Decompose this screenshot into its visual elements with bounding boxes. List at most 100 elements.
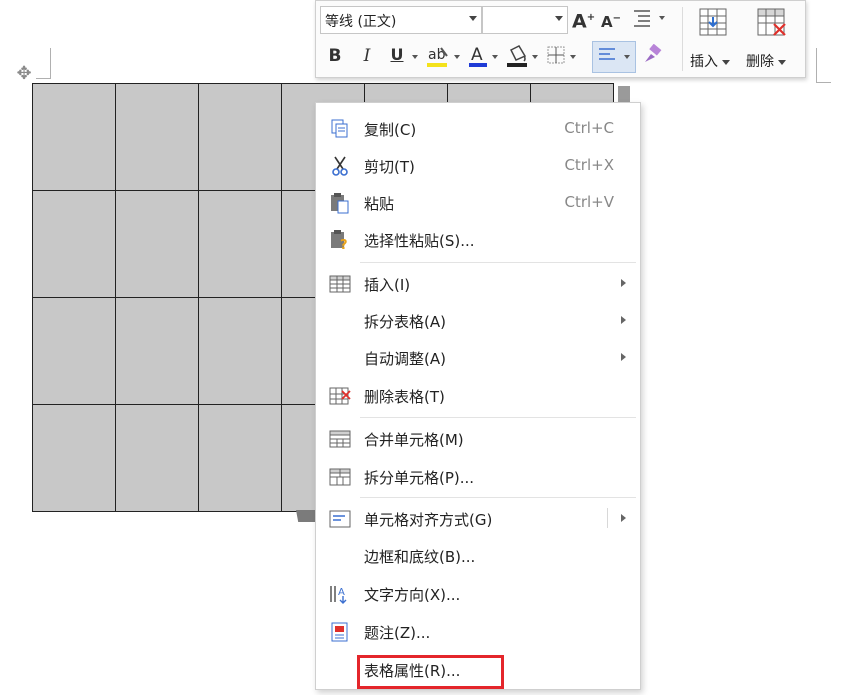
menu-item-label: 拆分表格(A) (364, 313, 446, 331)
menu-item-text-direction[interactable]: A 文字方向(X)... (316, 575, 638, 612)
align-left-icon (599, 48, 615, 60)
mini-toolbar: 等线 (正文) A+ A− B I U ab A 插入 删除 (315, 0, 806, 78)
menu-item-label: 题注(Z)... (364, 624, 431, 642)
insert-button[interactable]: 插入 (688, 5, 742, 73)
table-cell[interactable] (198, 404, 282, 512)
svg-text:A: A (471, 45, 483, 65)
menu-item-insert[interactable]: 插入(I) (316, 265, 638, 302)
format-painter-icon (645, 43, 662, 62)
table-cell[interactable] (115, 190, 199, 298)
font-name-value: 等线 (正文) (325, 14, 397, 30)
menu-item-label: 自动调整(A) (364, 350, 446, 368)
chevron-down-icon (555, 16, 563, 21)
menu-item-delete-table[interactable]: 删除表格(T) (316, 377, 638, 414)
menu-item-label: 选择性粘贴(S)... (364, 232, 475, 250)
font-name-select[interactable]: 等线 (正文) (320, 6, 482, 34)
paint-bucket-icon (507, 45, 527, 67)
menu-item-caption[interactable]: 题注(Z)... (316, 613, 638, 650)
grow-font-button[interactable]: A+ (572, 8, 595, 31)
table-cell[interactable] (198, 83, 282, 191)
highlight-box (357, 655, 504, 689)
menu-item-label: 删除表格(T) (364, 388, 445, 406)
table-cell[interactable] (198, 190, 282, 298)
shrink-font-button[interactable]: A− (600, 9, 622, 32)
menu-item-paste[interactable]: 粘贴 Ctrl+V (316, 184, 638, 221)
menu-item-label: 复制(C) (364, 121, 417, 139)
menu-item-cut[interactable]: 剪切(T) Ctrl+X (316, 147, 638, 184)
page-margin-mark-left (36, 48, 51, 79)
caption-icon (331, 622, 348, 642)
shrink-font-icon: A (601, 13, 613, 31)
svg-text:?: ? (340, 238, 348, 251)
table-cell[interactable] (32, 297, 116, 405)
table-cell[interactable] (32, 83, 116, 191)
line-spacing-button[interactable] (628, 7, 656, 32)
menu-item-cell-alignment[interactable]: 单元格对齐方式(G) (316, 500, 638, 537)
menu-item-shortcut: Ctrl+X (564, 156, 614, 174)
borders-icon (547, 46, 565, 64)
submenu-arrow-icon (621, 279, 626, 287)
table-cell[interactable] (32, 190, 116, 298)
delete-label: 删除 (746, 51, 786, 71)
chevron-down-icon[interactable] (454, 55, 460, 59)
bold-button[interactable]: B (324, 46, 346, 66)
menu-item-autofit[interactable]: 自动调整(A) (316, 339, 638, 376)
menu-item-shortcut: Ctrl+C (564, 119, 614, 137)
paste-icon (331, 193, 349, 214)
menu-item-merge-cells[interactable]: 合并单元格(M) (316, 420, 638, 457)
menu-item-split-cells[interactable]: 拆分单元格(P)... (316, 458, 638, 495)
insert-label: 插入 (690, 51, 730, 71)
table-cell[interactable] (115, 83, 199, 191)
chevron-down-icon[interactable] (492, 55, 498, 59)
scissors-icon (332, 156, 348, 176)
context-menu: 复制(C) Ctrl+C 剪切(T) Ctrl+X 粘贴 Ctrl+V ? 选择… (315, 102, 641, 690)
table-cell[interactable] (198, 297, 282, 405)
table-insert-icon (329, 275, 351, 293)
table-cell[interactable] (115, 297, 199, 405)
menu-item-copy[interactable]: 复制(C) Ctrl+C (316, 110, 638, 147)
cell-align-icon (329, 510, 351, 528)
highlight-button[interactable]: ab (424, 44, 452, 73)
chevron-down-icon[interactable] (570, 55, 576, 59)
menu-item-shortcut: Ctrl+V (564, 193, 614, 211)
chevron-down-icon[interactable] (624, 55, 630, 59)
submenu-arrow-icon (621, 514, 626, 522)
page-margin-mark-right (816, 48, 831, 83)
italic-button[interactable]: I (356, 46, 378, 66)
align-button[interactable] (596, 45, 618, 70)
toolbar-separator (682, 7, 683, 71)
borders-button[interactable] (544, 45, 568, 70)
shading-button[interactable] (504, 44, 530, 73)
menu-item-split-table[interactable]: 拆分表格(A) (316, 302, 638, 339)
menu-separator (360, 417, 636, 418)
menu-item-borders-shading[interactable]: 边框和底纹(B)... (316, 537, 638, 574)
format-painter-button[interactable] (640, 43, 664, 71)
font-size-select[interactable] (482, 6, 568, 34)
submenu-divider (607, 508, 608, 528)
table-insert-icon (699, 8, 727, 36)
submenu-arrow-icon (621, 316, 626, 324)
chevron-down-icon[interactable] (412, 55, 418, 59)
table-move-handle-icon[interactable]: ✥ (14, 64, 34, 84)
menu-item-paste-special[interactable]: ? 选择性粘贴(S)... (316, 221, 638, 258)
menu-item-label: 插入(I) (364, 276, 411, 294)
chevron-down-icon (469, 16, 477, 21)
chevron-down-icon[interactable] (659, 16, 665, 20)
chevron-down-icon[interactable] (532, 55, 538, 59)
table-cell[interactable] (115, 404, 199, 512)
table-cell[interactable] (32, 404, 116, 512)
menu-item-label: 边框和底纹(B)... (364, 548, 476, 566)
font-color-button[interactable]: A (466, 44, 490, 73)
table-delete-icon (757, 8, 786, 36)
paste-special-icon: ? (331, 230, 348, 251)
delete-button[interactable]: 删除 (744, 5, 802, 73)
highlighter-icon: ab (427, 47, 448, 67)
delete-table-icon (329, 387, 351, 405)
menu-item-label: 粘贴 (364, 195, 395, 213)
menu-separator (360, 497, 636, 498)
copy-icon (331, 119, 348, 138)
menu-separator (360, 262, 636, 263)
underline-button[interactable]: U (386, 45, 408, 65)
text-direction-icon: A (330, 586, 347, 604)
svg-text:A: A (338, 587, 345, 598)
